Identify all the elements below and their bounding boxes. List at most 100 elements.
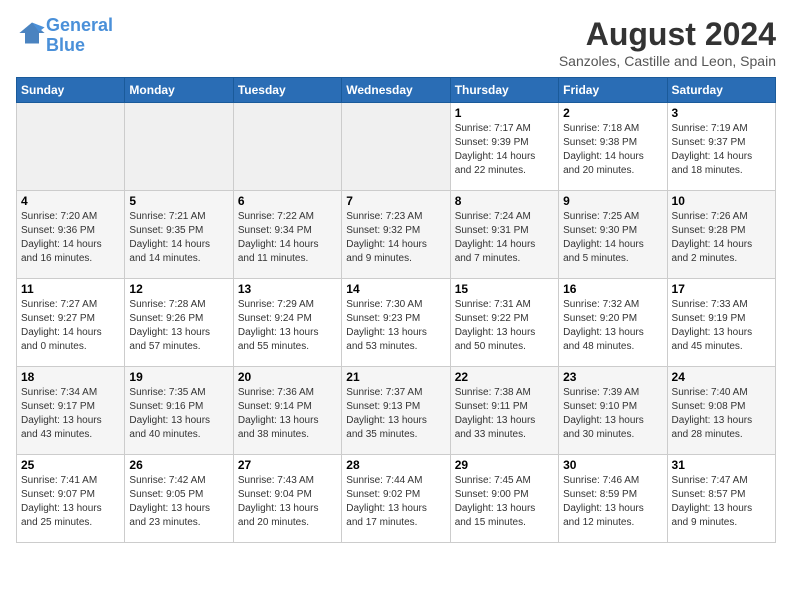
- calendar-cell: 16 Sunrise: 7:32 AM Sunset: 9:20 PM Dayli…: [559, 279, 667, 367]
- day-number: 26: [129, 458, 228, 472]
- week-row: 18 Sunrise: 7:34 AM Sunset: 9:17 PM Dayli…: [17, 367, 776, 455]
- calendar-cell: 21 Sunrise: 7:37 AM Sunset: 9:13 PM Dayli…: [342, 367, 450, 455]
- day-number: 15: [455, 282, 554, 296]
- month-year: August 2024: [559, 16, 776, 53]
- cell-info: Sunrise: 7:17 AM Sunset: 9:39 PM Dayligh…: [455, 122, 554, 178]
- cell-info: Sunrise: 7:26 AM Sunset: 9:28 PM Dayligh…: [672, 210, 771, 266]
- calendar-cell: 19 Sunrise: 7:35 AM Sunset: 9:16 PM Dayli…: [125, 367, 233, 455]
- calendar-cell: 5Sunrise: 7:21 AM Sunset: 9:35 PM Daylig…: [125, 191, 233, 279]
- calendar-cell: 23Sunrise: 7:39 AM Sunset: 9:10 PM Dayli…: [559, 367, 667, 455]
- logo-icon: [18, 19, 46, 47]
- calendar-cell: [125, 103, 233, 191]
- day-number: 23: [563, 370, 662, 384]
- title-block: August 2024 Sanzoles, Castille and Leon,…: [559, 16, 776, 69]
- day-number: 12: [129, 282, 228, 296]
- cell-info: Sunrise: 7:28 AM Sunset: 9:26 PM Dayligh…: [129, 298, 228, 354]
- cell-info: Sunrise: 7:38 AM Sunset: 9:11 PM Dayligh…: [455, 386, 554, 442]
- calendar-cell: 28Sunrise: 7:44 AM Sunset: 9:02 PM Dayli…: [342, 455, 450, 543]
- day-number: 27: [238, 458, 337, 472]
- weekday-header: Sunday: [17, 78, 125, 103]
- logo-blue: Blue: [46, 35, 85, 55]
- day-number: 25: [21, 458, 120, 472]
- cell-info: Sunrise: 7:32 AM Sunset: 9:20 PM Dayligh…: [563, 298, 662, 354]
- day-number: 24: [672, 370, 771, 384]
- day-number: 2: [563, 106, 662, 120]
- calendar-cell: 29 Sunrise: 7:45 AM Sunset: 9:00 PM Dayli…: [450, 455, 558, 543]
- calendar-cell: 13Sunrise: 7:29 AM Sunset: 9:24 PM Dayli…: [233, 279, 341, 367]
- weekday-header: Monday: [125, 78, 233, 103]
- cell-info: Sunrise: 7:34 AM Sunset: 9:17 PM Dayligh…: [21, 386, 120, 442]
- location: Sanzoles, Castille and Leon, Spain: [559, 53, 776, 69]
- calendar-cell: 3Sunrise: 7:19 AM Sunset: 9:37 PM Daylig…: [667, 103, 775, 191]
- cell-info: Sunrise: 7:36 AM Sunset: 9:14 PM Dayligh…: [238, 386, 337, 442]
- day-number: 29: [455, 458, 554, 472]
- day-number: 22: [455, 370, 554, 384]
- day-number: 21: [346, 370, 445, 384]
- calendar-cell: 26 Sunrise: 7:42 AM Sunset: 9:05 PM Dayli…: [125, 455, 233, 543]
- day-number: 9: [563, 194, 662, 208]
- calendar-cell: 6Sunrise: 7:22 AM Sunset: 9:34 PM Daylig…: [233, 191, 341, 279]
- calendar-cell: [342, 103, 450, 191]
- cell-info: Sunrise: 7:40 AM Sunset: 9:08 PM Dayligh…: [672, 386, 771, 442]
- calendar-cell: 30 Sunrise: 7:46 AM Sunset: 8:59 PM Dayli…: [559, 455, 667, 543]
- calendar-cell: 2 Sunrise: 7:18 AM Sunset: 9:38 PM Daylig…: [559, 103, 667, 191]
- cell-info: Sunrise: 7:46 AM Sunset: 8:59 PM Dayligh…: [563, 474, 662, 530]
- calendar-cell: 7 Sunrise: 7:23 AM Sunset: 9:32 PM Daylig…: [342, 191, 450, 279]
- day-number: 31: [672, 458, 771, 472]
- calendar-cell: 31 Sunrise: 7:47 AM Sunset: 8:57 PM Dayli…: [667, 455, 775, 543]
- calendar-table: SundayMondayTuesdayWednesdayThursdayFrid…: [16, 77, 776, 543]
- logo: General Blue: [16, 16, 113, 56]
- cell-info: Sunrise: 7:27 AM Sunset: 9:27 PM Dayligh…: [21, 298, 120, 354]
- cell-info: Sunrise: 7:31 AM Sunset: 9:22 PM Dayligh…: [455, 298, 554, 354]
- cell-info: Sunrise: 7:23 AM Sunset: 9:32 PM Dayligh…: [346, 210, 445, 266]
- cell-info: Sunrise: 7:37 AM Sunset: 9:13 PM Dayligh…: [346, 386, 445, 442]
- cell-info: Sunrise: 7:45 AM Sunset: 9:00 PM Dayligh…: [455, 474, 554, 530]
- week-row: 25 Sunrise: 7:41 AM Sunset: 9:07 PM Dayli…: [17, 455, 776, 543]
- cell-info: Sunrise: 7:21 AM Sunset: 9:35 PM Dayligh…: [129, 210, 228, 266]
- calendar-cell: 17 Sunrise: 7:33 AM Sunset: 9:19 PM Dayli…: [667, 279, 775, 367]
- calendar-cell: 14Sunrise: 7:30 AM Sunset: 9:23 PM Dayli…: [342, 279, 450, 367]
- day-number: 4: [21, 194, 120, 208]
- day-number: 10: [672, 194, 771, 208]
- calendar-cell: 10 Sunrise: 7:26 AM Sunset: 9:28 PM Dayli…: [667, 191, 775, 279]
- cell-info: Sunrise: 7:25 AM Sunset: 9:30 PM Dayligh…: [563, 210, 662, 266]
- page-header: General Blue August 2024 Sanzoles, Casti…: [16, 16, 776, 69]
- day-number: 18: [21, 370, 120, 384]
- cell-info: Sunrise: 7:20 AM Sunset: 9:36 PM Dayligh…: [21, 210, 120, 266]
- day-number: 17: [672, 282, 771, 296]
- cell-info: Sunrise: 7:43 AM Sunset: 9:04 PM Dayligh…: [238, 474, 337, 530]
- cell-info: Sunrise: 7:44 AM Sunset: 9:02 PM Dayligh…: [346, 474, 445, 530]
- day-number: 11: [21, 282, 120, 296]
- cell-info: Sunrise: 7:18 AM Sunset: 9:38 PM Dayligh…: [563, 122, 662, 178]
- calendar-cell: 15 Sunrise: 7:31 AM Sunset: 9:22 PM Dayli…: [450, 279, 558, 367]
- calendar-cell: 4 Sunrise: 7:20 AM Sunset: 9:36 PM Daylig…: [17, 191, 125, 279]
- calendar-cell: 24 Sunrise: 7:40 AM Sunset: 9:08 PM Dayli…: [667, 367, 775, 455]
- calendar-cell: 27 Sunrise: 7:43 AM Sunset: 9:04 PM Dayli…: [233, 455, 341, 543]
- cell-info: Sunrise: 7:42 AM Sunset: 9:05 PM Dayligh…: [129, 474, 228, 530]
- cell-info: Sunrise: 7:47 AM Sunset: 8:57 PM Dayligh…: [672, 474, 771, 530]
- calendar-cell: 20 Sunrise: 7:36 AM Sunset: 9:14 PM Dayli…: [233, 367, 341, 455]
- cell-info: Sunrise: 7:24 AM Sunset: 9:31 PM Dayligh…: [455, 210, 554, 266]
- weekday-header: Saturday: [667, 78, 775, 103]
- cell-info: Sunrise: 7:35 AM Sunset: 9:16 PM Dayligh…: [129, 386, 228, 442]
- calendar-cell: 25 Sunrise: 7:41 AM Sunset: 9:07 PM Dayli…: [17, 455, 125, 543]
- calendar-cell: 9 Sunrise: 7:25 AM Sunset: 9:30 PM Daylig…: [559, 191, 667, 279]
- day-number: 7: [346, 194, 445, 208]
- calendar-cell: [233, 103, 341, 191]
- cell-info: Sunrise: 7:33 AM Sunset: 9:19 PM Dayligh…: [672, 298, 771, 354]
- cell-info: Sunrise: 7:41 AM Sunset: 9:07 PM Dayligh…: [21, 474, 120, 530]
- day-number: 19: [129, 370, 228, 384]
- week-row: 4 Sunrise: 7:20 AM Sunset: 9:36 PM Daylig…: [17, 191, 776, 279]
- day-number: 13: [238, 282, 337, 296]
- day-number: 3: [672, 106, 771, 120]
- day-number: 1: [455, 106, 554, 120]
- logo-general: General: [46, 15, 113, 35]
- calendar-cell: 18 Sunrise: 7:34 AM Sunset: 9:17 PM Dayli…: [17, 367, 125, 455]
- day-number: 6: [238, 194, 337, 208]
- day-number: 30: [563, 458, 662, 472]
- weekday-header: Friday: [559, 78, 667, 103]
- calendar-cell: 12 Sunrise: 7:28 AM Sunset: 9:26 PM Dayli…: [125, 279, 233, 367]
- day-number: 16: [563, 282, 662, 296]
- day-number: 14: [346, 282, 445, 296]
- day-number: 20: [238, 370, 337, 384]
